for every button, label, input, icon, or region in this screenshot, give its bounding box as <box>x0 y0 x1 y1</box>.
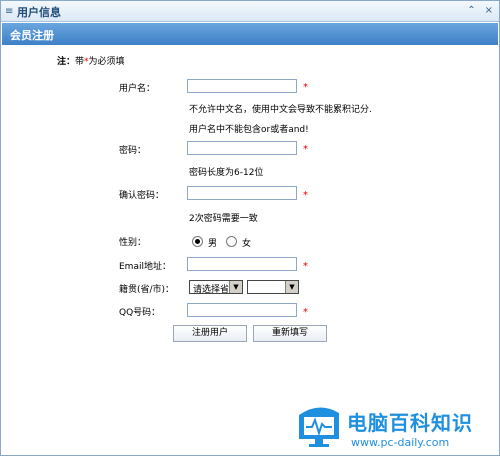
close-icon[interactable]: × <box>485 5 493 16</box>
password-input[interactable] <box>187 141 297 155</box>
chevron-down-icon: ▼ <box>285 281 298 293</box>
chevron-down-icon: ▼ <box>229 281 242 293</box>
section-header: 会员注册 <box>2 23 498 45</box>
province-select[interactable]: 请选择省 ▼ <box>189 280 243 295</box>
reset-button[interactable]: 重新填写 <box>253 325 327 342</box>
monitor-icon <box>299 407 339 447</box>
required-note: 注：带*为必须填 <box>57 54 125 67</box>
collapse-icon[interactable]: ⌃ <box>467 5 475 16</box>
username-input[interactable] <box>187 79 297 93</box>
province-select-value: 请选择省 <box>193 285 230 295</box>
grip-icon: ≡ <box>5 6 14 17</box>
password-hint: 密码长度为6-12位 <box>189 168 264 178</box>
password-required-mark: * <box>303 144 308 155</box>
qq-label: QQ号码： <box>119 308 161 318</box>
gender-male-radio[interactable] <box>192 236 203 247</box>
confirm-required-mark: * <box>303 190 308 201</box>
origin-label: 籍贯(省/市)： <box>119 285 175 295</box>
confirm-password-label: 确认密码： <box>119 191 165 201</box>
confirm-password-hint: 2次密码需要一致 <box>189 214 258 224</box>
gender-male-label: 男 <box>208 239 218 249</box>
qq-required-mark: * <box>303 307 308 318</box>
password-label: 密码： <box>119 146 147 156</box>
qq-input[interactable] <box>187 303 297 317</box>
title-bar: ≡ 用户信息 ⌃ × <box>1 1 499 22</box>
email-required-mark: * <box>303 261 308 272</box>
username-required-mark: * <box>303 82 308 93</box>
gender-label: 性别： <box>119 238 147 248</box>
window-title: 用户信息 <box>17 6 61 19</box>
watermark-logo: 电脑百科知识 www.pc-daily.com <box>293 403 499 455</box>
register-button[interactable]: 注册用户 <box>173 325 247 342</box>
confirm-password-input[interactable] <box>187 186 297 200</box>
watermark-url: www.pc-daily.com <box>351 436 450 449</box>
title-controls: ⌃ × <box>467 5 493 16</box>
window-frame: ≡ 用户信息 ⌃ × 会员注册 注：带*为必须填 用户名： * 不允许中文名，使… <box>0 0 500 456</box>
email-label: Email地址： <box>119 262 171 272</box>
city-select[interactable]: ▼ <box>247 280 299 294</box>
note-prefix: 注： <box>57 57 76 67</box>
watermark-name: 电脑百科知识 <box>347 411 473 435</box>
section-title: 会员注册 <box>10 29 54 42</box>
username-hint-or-and: 用户名中不能包含or或者and! <box>189 125 309 135</box>
email-input[interactable] <box>187 257 297 271</box>
note-text-after: 为必须填 <box>88 57 125 67</box>
gender-female-label: 女 <box>242 239 252 249</box>
gender-female-radio[interactable] <box>226 236 237 247</box>
username-hint-chinese: 不允许中文名，使用中文会导致不能累积记分. <box>189 105 372 115</box>
note-text-before: 带 <box>75 57 85 67</box>
username-label: 用户名： <box>119 84 156 94</box>
